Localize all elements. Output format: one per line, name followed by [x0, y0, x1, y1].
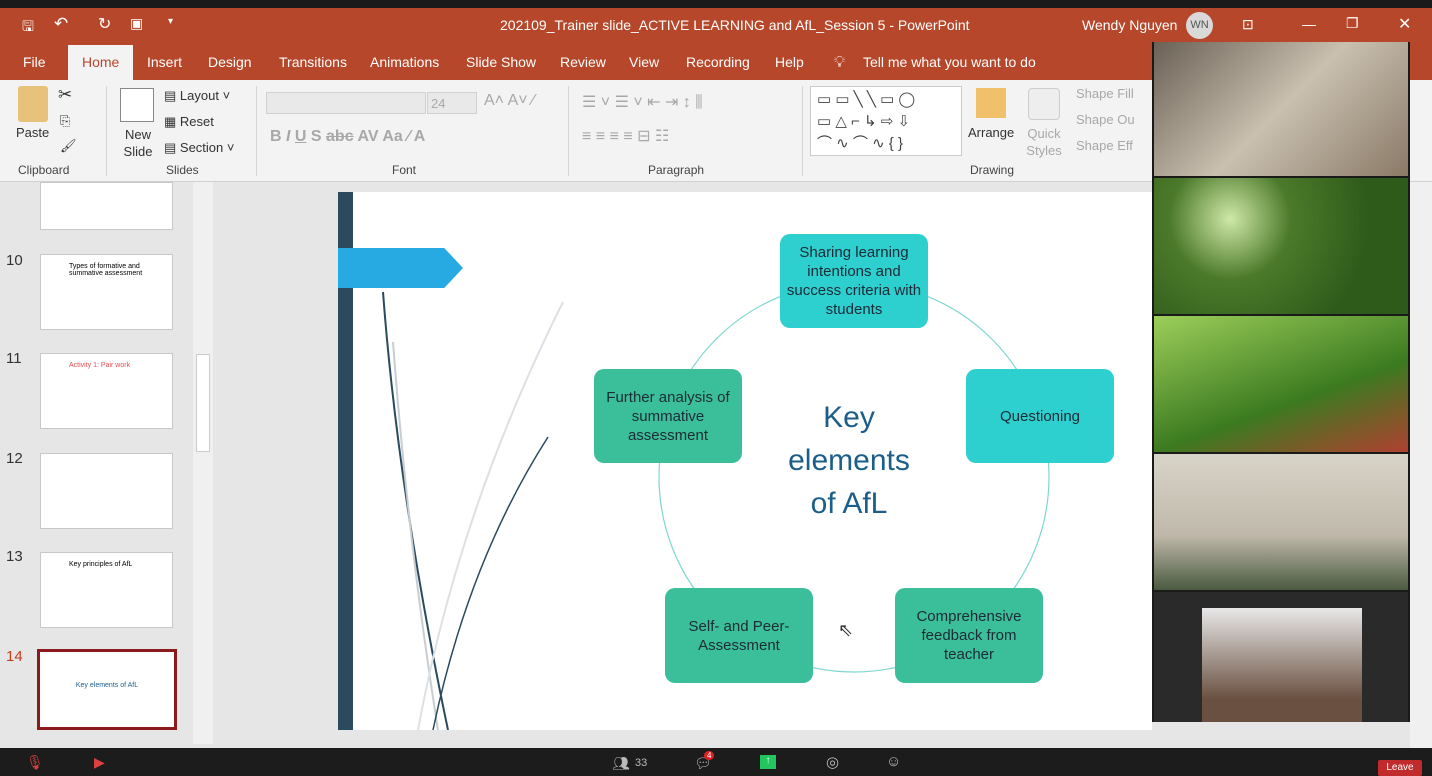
- video-tile-participant-4[interactable]: [1154, 454, 1408, 590]
- shape-effects-button[interactable]: Shape Eff: [1076, 138, 1133, 153]
- slide-vertical-scrollbar[interactable]: [1410, 182, 1432, 748]
- ribbon-display-icon[interactable]: ⊡: [1242, 16, 1254, 33]
- lightbulb-icon: 💡︎: [834, 54, 846, 71]
- document-title: 202109_Trainer slide_ACTIVE LEARNING and…: [500, 17, 970, 33]
- box-sharing-learning-intentions[interactable]: Sharing learning intentions and success …: [780, 234, 928, 328]
- cut-icon[interactable]: ✂: [58, 85, 72, 105]
- present-icon[interactable]: ▣: [130, 15, 143, 32]
- reset-label: Reset: [179, 114, 214, 129]
- tab-recording[interactable]: Recording: [686, 54, 750, 70]
- close-icon[interactable]: ✕: [1398, 14, 1411, 34]
- font-size-controls[interactable]: A˄ A˅ ⁄: [484, 92, 535, 110]
- tab-home[interactable]: Home: [68, 45, 134, 80]
- leave-button[interactable]: Leave: [1378, 760, 1422, 776]
- group-label-font: Font: [392, 163, 417, 177]
- slide-thumbnail-14[interactable]: Key elements of AfL: [37, 649, 177, 730]
- box-comprehensive-feedback[interactable]: Comprehensive feedback from teacher: [895, 588, 1043, 683]
- reset-button[interactable]: ▦ Reset: [164, 114, 214, 130]
- box-questioning[interactable]: Questioning: [966, 369, 1114, 463]
- slide-number: 10: [6, 252, 23, 269]
- slide-canvas[interactable]: Sharing learning intentions and success …: [338, 192, 1152, 730]
- tell-me-search[interactable]: Tell me what you want to do: [863, 54, 1036, 70]
- slide-number: 11: [6, 350, 22, 367]
- format-painter-icon[interactable]: 🖌︎: [60, 138, 77, 154]
- copy-icon[interactable]: ⎘: [60, 113, 70, 129]
- slide-thumbnail-12[interactable]: [40, 453, 173, 529]
- zoom-toolbar: 🎙︎ ▶︎ 👥︎ 33 💬︎ 4 ↑ ◎ ☺ Leave: [0, 748, 1432, 776]
- zoom-video-gallery: [1152, 42, 1410, 722]
- slide-thumbnail-9[interactable]: [40, 182, 173, 230]
- tab-review[interactable]: Review: [560, 54, 606, 70]
- user-name[interactable]: Wendy Nguyen: [1082, 17, 1177, 33]
- tab-animations[interactable]: Animations: [370, 54, 439, 70]
- os-top-strip: [0, 0, 1432, 8]
- save-icon[interactable]: 🖫: [22, 16, 34, 40]
- slide-thumbnail-13[interactable]: Key principles of AfL: [40, 552, 173, 628]
- shape-outline-button[interactable]: Shape Ou: [1076, 112, 1135, 127]
- group-label-drawing: Drawing: [970, 163, 1015, 177]
- group-label-slides: Slides: [166, 163, 199, 177]
- paste-button[interactable]: Paste: [16, 125, 49, 140]
- list-buttons[interactable]: ☰ ˅ ☰ ˅ ⇤ ⇥ ↕ ⫼: [582, 92, 703, 112]
- shapes-gallery[interactable]: ▭ ▭ ╲ ╲ ▭ ◯ ▭ △ ⌐ ↳ ⇨ ⇩ ⌒ ∿ ⌒ ∿ { }: [810, 86, 962, 156]
- restore-icon[interactable]: ❐: [1346, 15, 1359, 32]
- reactions-icon[interactable]: ☺: [886, 753, 901, 770]
- record-icon[interactable]: ◎: [826, 753, 839, 771]
- slide-center-title: Key elements of AfL: [788, 401, 910, 520]
- layout-label: Layout: [179, 88, 219, 103]
- arrange-button[interactable]: Arrange: [968, 125, 1014, 140]
- mic-muted-icon[interactable]: 🎙︎: [26, 754, 44, 771]
- customize-qat-icon[interactable]: ▾: [168, 16, 173, 27]
- slide-number: 12: [6, 450, 23, 467]
- video-off-icon[interactable]: ▶︎: [94, 754, 105, 771]
- video-tile-participant-5[interactable]: [1154, 592, 1408, 722]
- title-bar: 🖫 ↶ ↻ ▣ ▾ 202109_Trainer slide_ACTIVE LE…: [0, 8, 1432, 44]
- slide-number: 14: [6, 648, 23, 665]
- layout-button[interactable]: ▤ Layout ˅: [164, 88, 230, 104]
- scrollbar-thumb[interactable]: [196, 354, 210, 452]
- box-self-peer-assessment[interactable]: Self- and Peer-Assessment: [665, 588, 813, 683]
- undo-icon[interactable]: ↶: [54, 14, 68, 34]
- new-slide-button[interactable]: New Slide: [116, 126, 160, 160]
- tab-file[interactable]: File: [23, 54, 46, 70]
- avatar[interactable]: WN: [1186, 12, 1213, 39]
- new-slide-icon[interactable]: [120, 88, 154, 122]
- chat-badge: 4: [704, 751, 715, 760]
- tab-slide-show[interactable]: Slide Show: [466, 54, 536, 70]
- tab-help[interactable]: Help: [775, 54, 804, 70]
- mouse-cursor-icon: ⇖: [838, 620, 854, 640]
- section-label: Section: [179, 140, 224, 155]
- thumbnails-scrollbar[interactable]: [193, 182, 213, 744]
- slide-thumbnails-pane: 10 Types of formative and summative asse…: [0, 182, 215, 748]
- quick-styles-button[interactable]: Quick Styles: [1020, 125, 1068, 159]
- font-size-dropdown[interactable]: 24: [427, 92, 477, 114]
- slide-thumbnail-10[interactable]: Types of formative and summative assessm…: [40, 254, 173, 330]
- quick-styles-icon[interactable]: [1028, 88, 1060, 120]
- section-button[interactable]: ▤ Section ˅: [164, 140, 235, 156]
- participant-count: 33: [635, 757, 648, 769]
- tab-view[interactable]: View: [629, 54, 659, 70]
- tab-design[interactable]: Design: [208, 54, 252, 70]
- font-format-buttons[interactable]: B I U S abc AV Aa ⁄ A: [270, 128, 425, 146]
- font-name-dropdown[interactable]: [266, 92, 426, 114]
- align-buttons[interactable]: ≡ ≡ ≡ ≡ ⊟ ☷: [582, 126, 669, 146]
- arrange-icon[interactable]: [976, 88, 1006, 118]
- slide-thumbnail-11[interactable]: Activity 1: Pair work: [40, 353, 173, 429]
- group-label-paragraph: Paragraph: [648, 163, 705, 177]
- paste-icon[interactable]: [18, 86, 48, 122]
- share-screen-icon[interactable]: ↑: [760, 755, 776, 769]
- tab-insert[interactable]: Insert: [147, 54, 182, 70]
- group-label-clipboard: Clipboard: [18, 163, 70, 177]
- minimize-icon[interactable]: —: [1302, 16, 1316, 32]
- box-further-analysis[interactable]: Further analysis of summative assessment: [594, 369, 742, 463]
- video-tile-participant-3[interactable]: [1154, 316, 1408, 452]
- video-tile-participant-1[interactable]: [1154, 42, 1408, 176]
- participants-icon[interactable]: 👥︎: [612, 755, 630, 772]
- shape-fill-button[interactable]: Shape Fill: [1076, 86, 1134, 101]
- redo-icon[interactable]: ↻: [98, 14, 111, 34]
- video-tile-participant-2[interactable]: [1154, 178, 1408, 314]
- slide-number: 13: [6, 548, 23, 565]
- tab-transitions[interactable]: Transitions: [279, 54, 347, 70]
